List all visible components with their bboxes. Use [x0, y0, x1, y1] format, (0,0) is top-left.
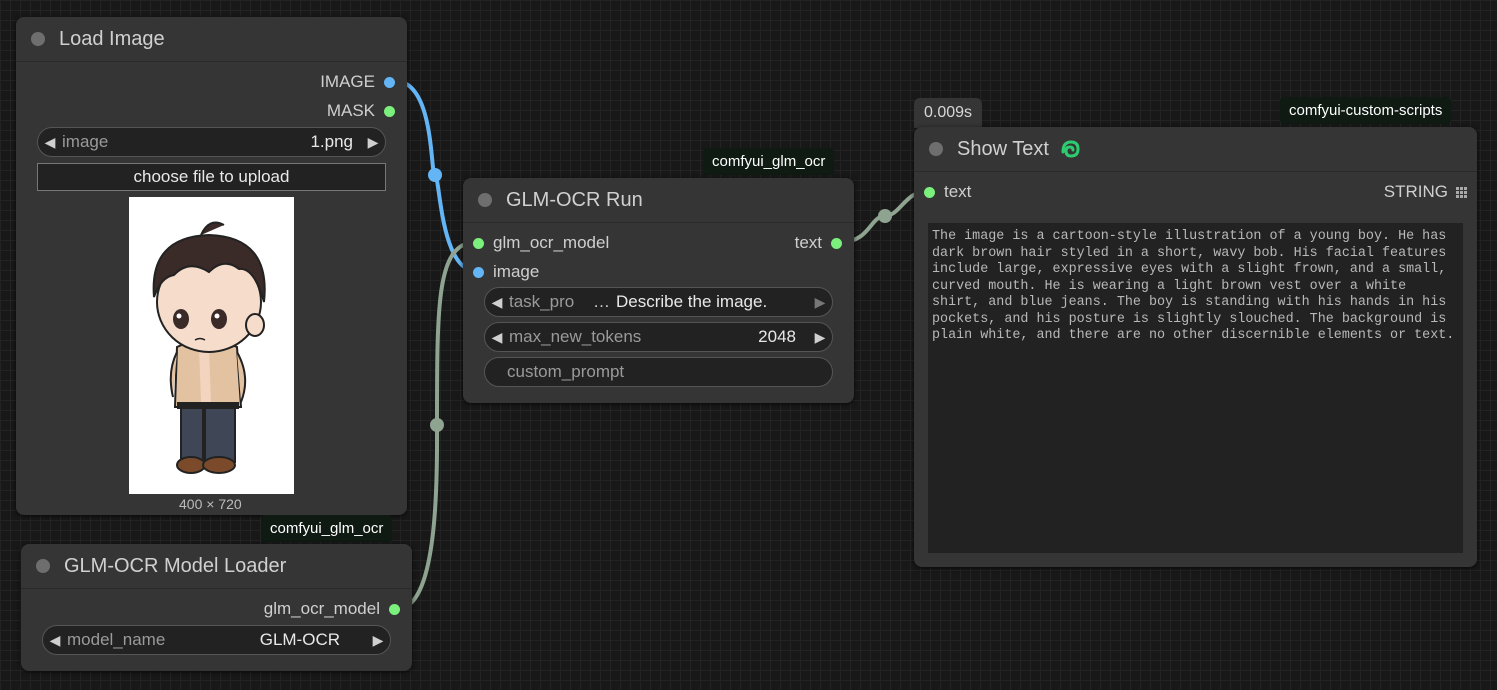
widget-value: 2048 — [758, 327, 796, 346]
node-source-badge: comfyui_glm_ocr — [703, 148, 835, 175]
node-header[interactable]: GLM-OCR Run — [463, 178, 854, 223]
arrow-right-icon[interactable]: ▶ — [361, 134, 385, 151]
widget-label: task_pro — [509, 292, 575, 311]
output-glm-ocr-model[interactable]: glm_ocr_model — [264, 599, 400, 619]
collapse-dot[interactable] — [31, 32, 45, 46]
input-label: image — [493, 262, 540, 281]
input-glm-ocr-model[interactable]: glm_ocr_model — [473, 233, 609, 253]
max-new-tokens-number-widget[interactable]: ◀ max_new_tokens 2048 ▶ — [484, 322, 833, 352]
grid-icon — [1456, 186, 1467, 198]
output-port[interactable] — [831, 237, 842, 249]
output-port[interactable] — [389, 603, 400, 615]
upload-button[interactable]: choose file to upload — [37, 163, 386, 191]
widget-label: image — [62, 132, 109, 151]
collapse-dot[interactable] — [478, 193, 492, 207]
node-header[interactable]: Load Image — [16, 17, 407, 62]
output-text[interactable]: text — [795, 233, 842, 253]
arrow-right-icon[interactable]: ▶ — [808, 294, 832, 311]
glm-ocr-run-node[interactable]: GLM-OCR Run glm_ocr_model image text ◀ t… — [463, 178, 854, 403]
image-preview — [129, 197, 294, 494]
input-label: glm_ocr_model — [493, 233, 610, 252]
widget-placeholder: custom_prompt — [507, 362, 625, 381]
widget-value: GLM-OCR — [259, 630, 340, 649]
load-image-node[interactable]: Load Image IMAGE MASK ◀ image 1.png ▶ ch… — [16, 17, 407, 515]
collapse-dot[interactable] — [36, 559, 50, 573]
output-label: IMAGE — [320, 72, 375, 91]
output-image[interactable]: IMAGE — [320, 72, 395, 92]
arrow-right-icon[interactable]: ▶ — [366, 632, 390, 649]
type-label: STRING — [1384, 182, 1467, 202]
node-title: GLM-OCR Model Loader — [64, 554, 287, 577]
node-title: Show Text — [957, 137, 1049, 160]
node-source-badge: comfyui-custom-scripts — [1280, 97, 1452, 124]
output-port[interactable] — [384, 76, 395, 88]
output-mask[interactable]: MASK — [327, 101, 395, 121]
node-header[interactable]: Show Text — [914, 127, 1477, 172]
arrow-left-icon[interactable]: ◀ — [485, 294, 509, 311]
input-text[interactable]: text — [924, 182, 971, 202]
output-label: MASK — [326, 101, 375, 120]
image-dimensions: 400 × 720 — [179, 496, 242, 512]
custom-prompt-input[interactable]: custom_prompt — [484, 357, 833, 387]
input-port[interactable] — [473, 266, 484, 278]
task-prompt-combo-widget[interactable]: ◀ task_pro … Describe the image. ▶ — [484, 287, 833, 317]
output-label: glm_ocr_model — [263, 599, 380, 618]
widget-value: 1.png — [310, 132, 353, 151]
input-image[interactable]: image — [473, 262, 539, 282]
input-port[interactable] — [924, 186, 935, 198]
widget-label: model_name — [67, 630, 166, 649]
show-text-node[interactable]: Show Text text STRING The image is a car… — [914, 127, 1477, 567]
widget-label: max_new_tokens — [509, 327, 642, 346]
arrow-left-icon[interactable]: ◀ — [38, 134, 62, 151]
model-name-combo-widget[interactable]: ◀ model_name GLM-OCR ▶ — [42, 625, 391, 655]
node-source-badge: comfyui_glm_ocr — [261, 515, 393, 542]
wire-text-midpoint — [878, 209, 892, 223]
wire-model-midpoint — [430, 418, 444, 432]
output-label: text — [794, 233, 822, 252]
text-output-area[interactable]: The image is a cartoon-style illustratio… — [928, 223, 1463, 553]
node-title: GLM-OCR Run — [506, 188, 643, 211]
image-combo-widget[interactable]: ◀ image 1.png ▶ — [37, 127, 386, 157]
glm-ocr-model-loader-node[interactable]: GLM-OCR Model Loader glm_ocr_model ◀ mod… — [21, 544, 412, 671]
cartoon-boy-image — [152, 221, 266, 474]
input-label: text — [944, 182, 972, 201]
node-title: Load Image — [59, 27, 165, 50]
arrow-left-icon[interactable]: ◀ — [43, 632, 67, 649]
output-port[interactable] — [384, 105, 395, 117]
arrow-right-icon[interactable]: ▶ — [808, 329, 832, 346]
execution-time-badge: 0.009s — [914, 98, 983, 128]
widget-value: Describe the image. — [616, 292, 768, 311]
input-port[interactable] — [473, 237, 484, 249]
widget-ellipsis: … — [593, 292, 610, 311]
wire-image-midpoint — [428, 168, 442, 182]
collapse-dot[interactable] — [929, 142, 943, 156]
snake-icon — [1059, 138, 1081, 160]
arrow-left-icon[interactable]: ◀ — [485, 329, 509, 346]
node-header[interactable]: GLM-OCR Model Loader — [21, 544, 412, 589]
type-text: STRING — [1383, 182, 1448, 201]
